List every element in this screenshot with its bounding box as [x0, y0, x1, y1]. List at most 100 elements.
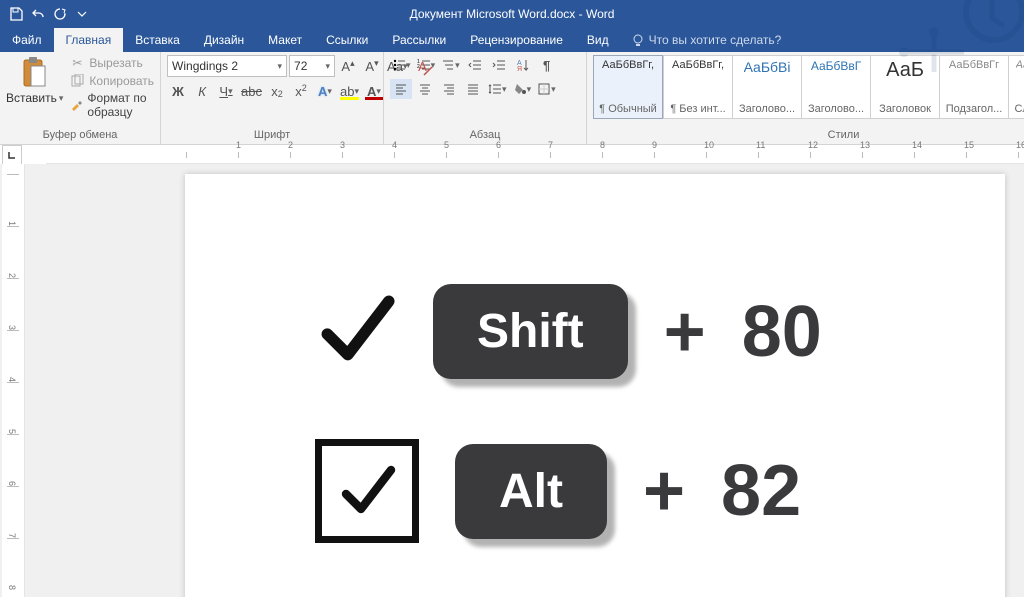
tell-me-placeholder: Что вы хотите сделать?: [649, 33, 782, 47]
group-styles: АаБбВвГг,¶ ОбычныйАаБбВвГг,¶ Без инт...А…: [587, 52, 1024, 144]
checkbox-symbol: [315, 439, 419, 543]
multilevel-button[interactable]: ▾: [439, 55, 462, 75]
shrink-font-button[interactable]: A▾: [361, 56, 383, 76]
qat-customize-icon[interactable]: [72, 4, 92, 24]
align-right-button[interactable]: [438, 79, 460, 99]
window-title: Документ Microsoft Word.docx - Word: [410, 7, 615, 21]
style-sample: АаБбВеГг,: [1016, 59, 1024, 71]
style-card-1[interactable]: АаБбВвГг, ¶ Без инт...: [663, 55, 732, 119]
align-justify-button[interactable]: [462, 79, 484, 99]
style-name: Заголово...: [808, 103, 864, 115]
bulb-icon: [631, 33, 645, 47]
tab-layout[interactable]: Макет: [256, 28, 314, 52]
line-spacing-button[interactable]: ▾: [486, 79, 509, 99]
doc-row-0: Shift +80: [315, 284, 965, 379]
plus-sign: +: [643, 450, 685, 532]
vertical-ruler[interactable]: 12345678: [2, 164, 25, 597]
tab-references[interactable]: Ссылки: [314, 28, 380, 52]
paste-icon: [20, 55, 50, 91]
indent-inc-button[interactable]: [488, 55, 510, 75]
keyboard-key: Shift: [433, 284, 628, 379]
style-sample: АаБбВвГг,: [602, 59, 654, 71]
page: Shift+80Alt+82: [185, 174, 1005, 597]
sort-button[interactable]: AЯ: [512, 55, 534, 75]
highlight-button[interactable]: ab▾: [338, 81, 361, 101]
tab-mailings[interactable]: Рассылки: [380, 28, 458, 52]
workspace: 12345678 Shift+80Alt+82: [0, 164, 1024, 597]
style-name: ¶ Без инт...: [670, 103, 725, 115]
menu-bar: Файл Главная Вставка Дизайн Макет Ссылки…: [0, 28, 1024, 52]
plus-sign: +: [664, 291, 706, 373]
tab-view[interactable]: Вид: [575, 28, 621, 52]
redo-icon[interactable]: [50, 4, 70, 24]
borders-button[interactable]: ▾: [535, 79, 558, 99]
tab-insert[interactable]: Вставка: [123, 28, 192, 52]
paste-label: Вставить: [6, 91, 57, 105]
copy-button[interactable]: Копировать: [69, 73, 154, 89]
underline-button[interactable]: Ч▾: [215, 81, 237, 101]
font-color-button[interactable]: A▾: [363, 81, 385, 101]
superscript-button[interactable]: x2: [290, 81, 312, 101]
document-area[interactable]: Shift+80Alt+82: [25, 164, 1024, 597]
tab-selector[interactable]: [2, 145, 22, 165]
doc-row-1: Alt +82: [315, 439, 965, 543]
style-sample: АаБбВвГ: [811, 59, 861, 73]
undo-icon[interactable]: [28, 4, 48, 24]
copy-icon: [69, 73, 85, 89]
style-card-5[interactable]: АаБбВвГг Подзагол...: [939, 55, 1008, 119]
tab-home[interactable]: Главная: [54, 28, 124, 52]
brush-icon: [69, 97, 83, 113]
align-center-button[interactable]: [414, 79, 436, 99]
key-code: 80: [742, 291, 822, 373]
bullets-button[interactable]: ▾: [390, 55, 413, 75]
style-name: Слабое в...: [1014, 103, 1024, 115]
style-name: Заголовок: [879, 103, 931, 115]
grow-font-button[interactable]: A▴: [337, 56, 359, 76]
show-marks-button[interactable]: ¶: [536, 55, 558, 75]
group-font-label: Шрифт: [167, 128, 377, 144]
style-sample: АаБбВвГг,: [672, 59, 724, 71]
scissors-icon: ✂: [69, 55, 85, 71]
style-name: Подзагол...: [946, 103, 1003, 115]
svg-text:Я: Я: [517, 66, 522, 72]
group-clipboard: Вставить▾ ✂Вырезать Копировать Формат по…: [0, 52, 161, 144]
style-card-4[interactable]: АаБ Заголовок: [870, 55, 939, 119]
subscript-button[interactable]: x2: [266, 81, 288, 101]
paste-button[interactable]: Вставить▾: [6, 55, 63, 105]
style-card-6[interactable]: АаБбВеГг, Слабое в...: [1008, 55, 1024, 119]
style-card-0[interactable]: АаБбВвГг, ¶ Обычный: [593, 55, 663, 119]
checkmark-symbol: [315, 289, 397, 374]
title-bar: Документ Microsoft Word.docx - Word: [0, 0, 1024, 28]
quick-access-toolbar: [0, 4, 92, 24]
strike-button[interactable]: abc: [239, 81, 264, 101]
cut-button[interactable]: ✂Вырезать: [69, 55, 154, 71]
font-size-selector[interactable]: 72▾: [289, 55, 335, 77]
style-sample: АаБбВвГг: [949, 59, 999, 71]
format-painter-button[interactable]: Формат по образцу: [69, 91, 154, 119]
text-effects-button[interactable]: A▾: [314, 81, 336, 101]
ribbon: Вставить▾ ✂Вырезать Копировать Формат по…: [0, 52, 1024, 145]
shading-button[interactable]: ▾: [511, 79, 534, 99]
font-name-selector[interactable]: Wingdings 2▾: [167, 55, 287, 77]
style-card-2[interactable]: АаБбВі Заголово...: [732, 55, 801, 119]
tab-file[interactable]: Файл: [0, 28, 54, 52]
save-icon[interactable]: [6, 4, 26, 24]
group-clipboard-label: Буфер обмена: [6, 128, 154, 144]
align-left-button[interactable]: [390, 79, 412, 99]
key-code: 82: [721, 450, 801, 532]
tab-review[interactable]: Рецензирование: [458, 28, 575, 52]
tell-me-search[interactable]: Что вы хотите сделать?: [621, 28, 792, 52]
indent-dec-button[interactable]: [464, 55, 486, 75]
style-card-3[interactable]: АаБбВвГ Заголово...: [801, 55, 870, 119]
bold-button[interactable]: Ж: [167, 81, 189, 101]
clear-format-button[interactable]: A: [411, 56, 433, 76]
tab-design[interactable]: Дизайн: [192, 28, 256, 52]
style-name: ¶ Обычный: [599, 103, 657, 115]
italic-button[interactable]: К: [191, 81, 213, 101]
group-font: Wingdings 2▾ 72▾ A▴ A▾ Aa▾ A Ж К Ч▾ abc …: [161, 52, 384, 144]
style-sample: АаБ: [886, 59, 924, 82]
style-name: Заголово...: [739, 103, 795, 115]
style-sample: АаБбВі: [744, 59, 791, 75]
keyboard-key: Alt: [455, 444, 607, 539]
horizontal-ruler[interactable]: 1234567891011121314151617: [0, 145, 1024, 165]
